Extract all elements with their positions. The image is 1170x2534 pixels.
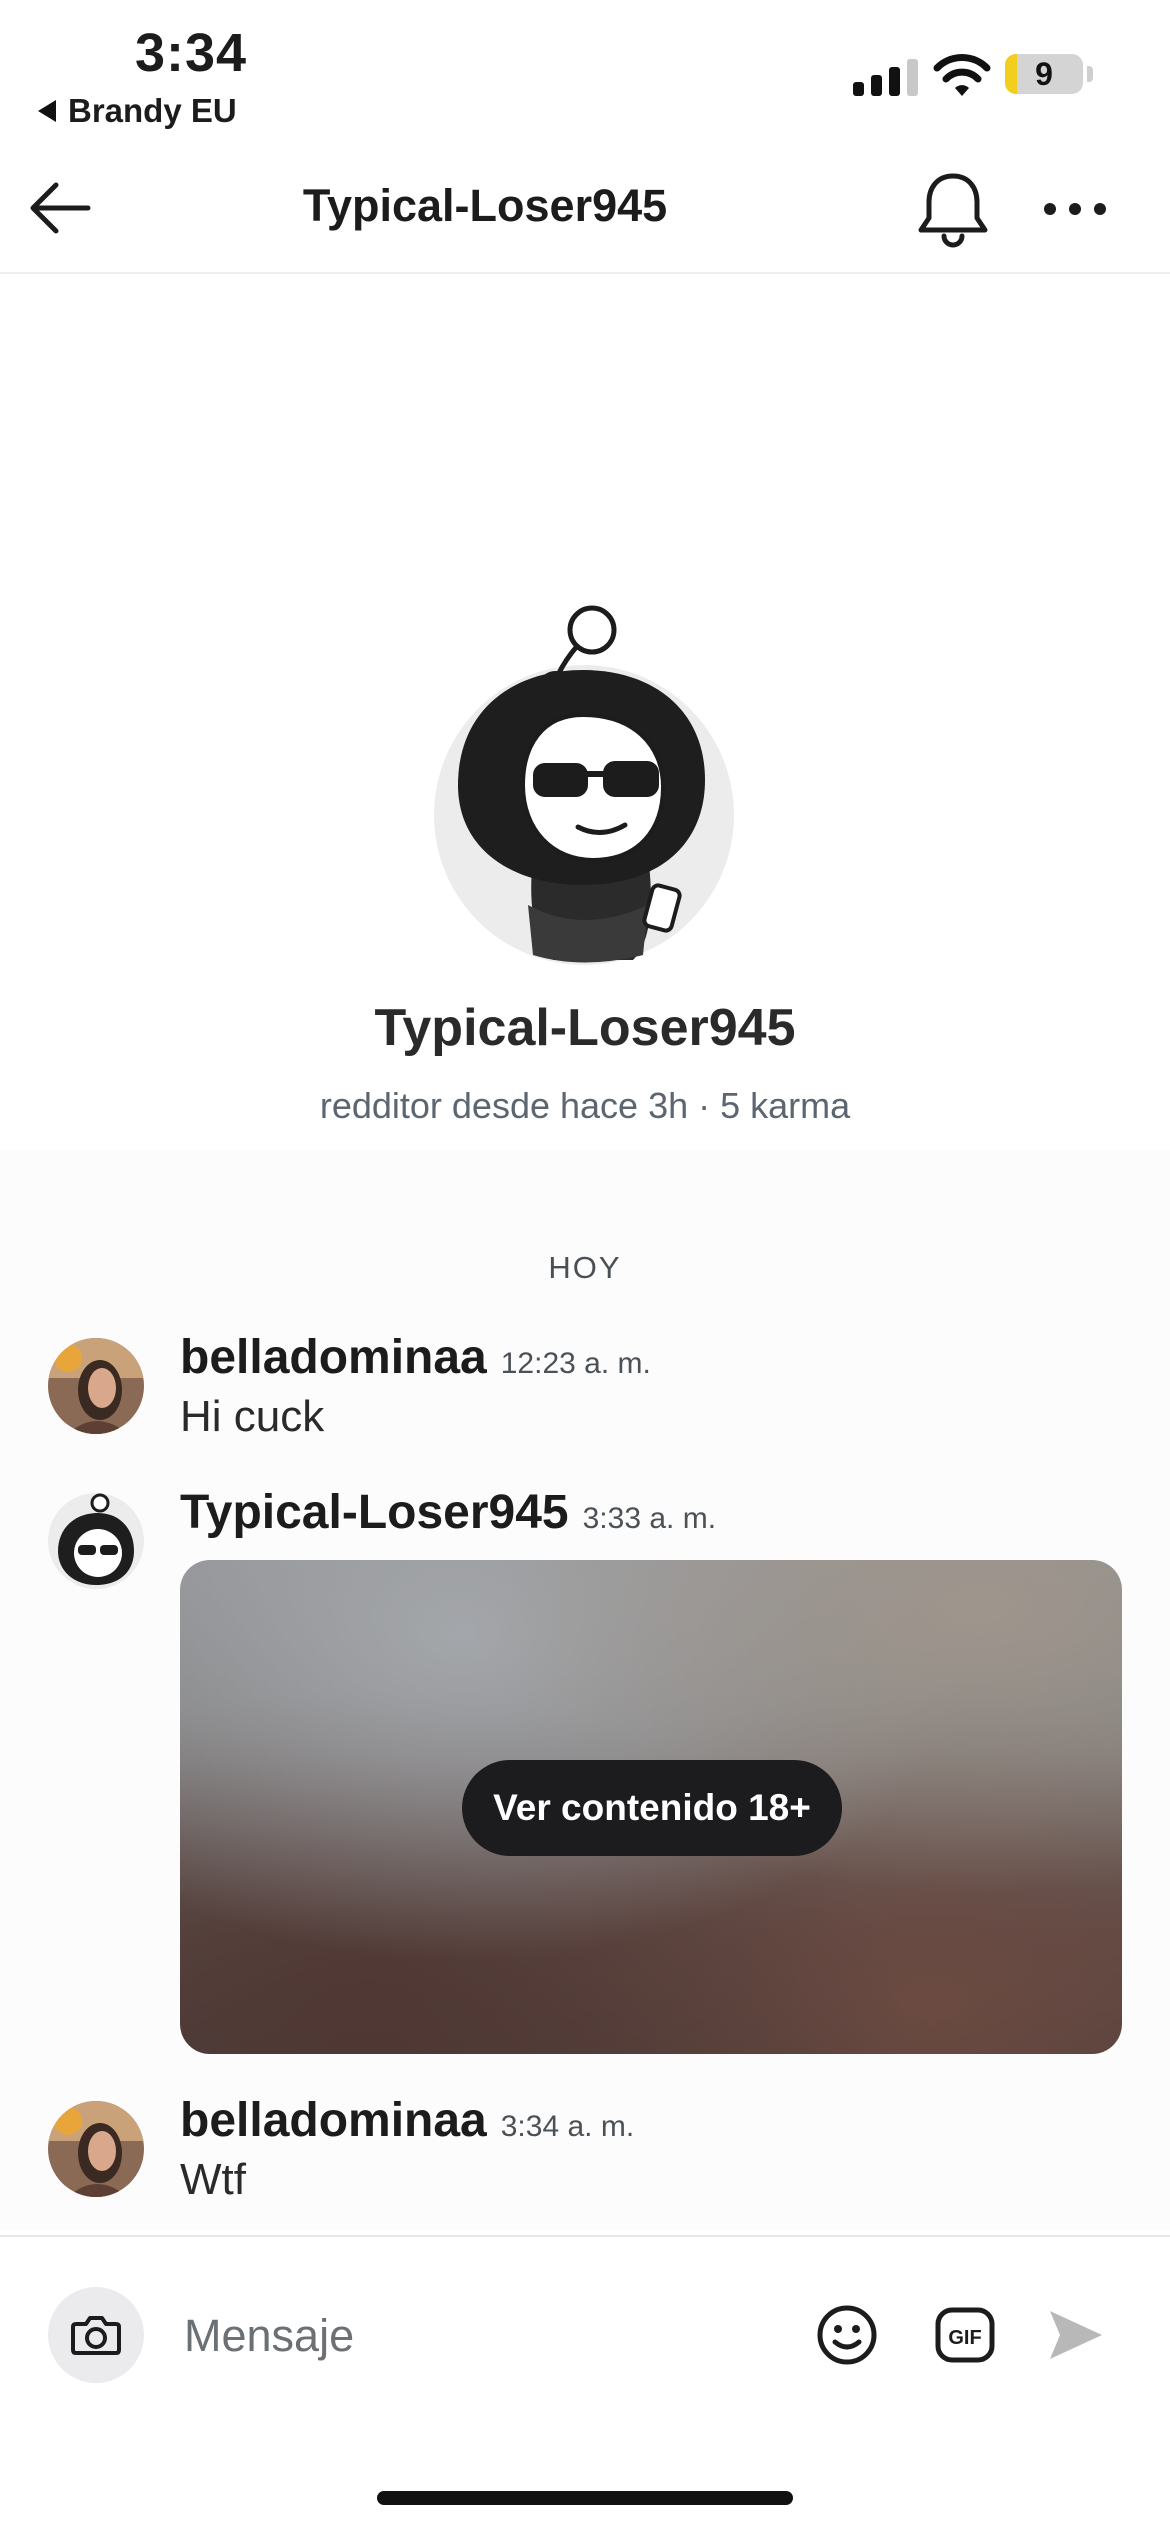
home-indicator bbox=[377, 2491, 793, 2505]
message-text: Wtf bbox=[180, 2155, 246, 2204]
status-bar: 3:34 Brandy EU 9 bbox=[0, 0, 1170, 150]
author-name: belladominaa bbox=[180, 1331, 487, 1384]
back-to-app-link[interactable]: Brandy EU bbox=[38, 92, 237, 130]
camera-button[interactable] bbox=[48, 2287, 144, 2383]
camera-icon bbox=[71, 2316, 121, 2355]
user-avatar[interactable] bbox=[48, 2101, 144, 2197]
wifi-icon bbox=[933, 54, 991, 96]
message-timestamp: 12:23 a. m. bbox=[500, 1347, 651, 1380]
profile-username[interactable]: Typical-Loser945 bbox=[0, 998, 1170, 1058]
date-separator: HOY bbox=[548, 1250, 622, 1285]
user-avatar[interactable] bbox=[48, 1338, 144, 1434]
cellular-signal-icon bbox=[853, 58, 918, 96]
profile-meta: redditor desde hace 3h · 5 karma bbox=[319, 1085, 851, 1126]
view-nsfw-content-button[interactable]: Ver contenido 18+ bbox=[462, 1760, 842, 1856]
gif-icon[interactable]: GIF bbox=[935, 2307, 995, 2363]
battery-level: 9 bbox=[1035, 56, 1053, 92]
more-horizontal-icon[interactable] bbox=[1040, 186, 1110, 232]
arrow-left-icon[interactable] bbox=[24, 172, 96, 244]
back-triangle-icon bbox=[38, 100, 56, 122]
svg-text:GIF: GIF bbox=[948, 2327, 981, 2349]
emoji-icon[interactable] bbox=[815, 2303, 879, 2367]
message-timestamp: 3:33 a. m. bbox=[582, 1502, 717, 1535]
profile-avatar[interactable] bbox=[433, 605, 735, 975]
message-author[interactable]: belladominaa 3:34 a. m. bbox=[180, 2093, 634, 2148]
status-time: 3:34 bbox=[135, 23, 248, 83]
message-timestamp: 3:34 a. m. bbox=[500, 2110, 635, 2143]
chat-header: Typical-Loser945 bbox=[0, 150, 1170, 274]
author-name: Typical-Loser945 bbox=[180, 1486, 569, 1539]
nsfw-media-attachment[interactable]: Ver contenido 18+ bbox=[180, 1560, 1122, 2054]
message-author[interactable]: belladominaa 12:23 a. m. bbox=[180, 1330, 651, 1385]
message-composer: GIF bbox=[0, 2235, 1170, 2534]
back-app-label: Brandy EU bbox=[68, 92, 237, 129]
battery-tip bbox=[1087, 66, 1093, 82]
user-avatar[interactable] bbox=[48, 1493, 144, 1589]
battery-icon: 9 bbox=[1005, 54, 1083, 94]
message-text: Hi cuck bbox=[180, 1392, 325, 1441]
send-icon[interactable] bbox=[1046, 2307, 1104, 2363]
message-author[interactable]: Typical-Loser945 3:33 a. m. bbox=[180, 1485, 716, 1540]
bell-icon[interactable] bbox=[915, 168, 991, 250]
author-name: belladominaa bbox=[180, 2094, 487, 2147]
header-title: Typical-Loser945 bbox=[302, 180, 668, 231]
message-input[interactable] bbox=[182, 2297, 786, 2375]
